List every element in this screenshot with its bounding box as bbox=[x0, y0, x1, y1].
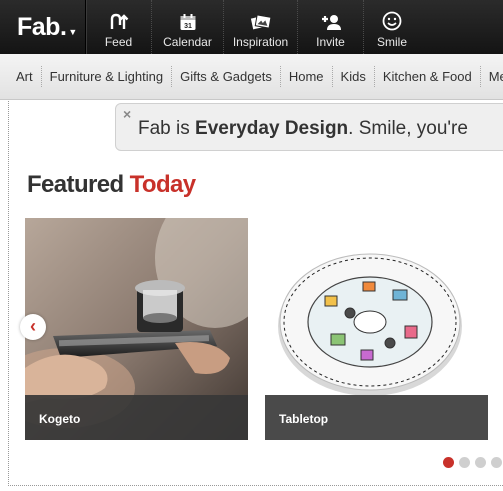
main-content: × Fab is Everyday Design. Smile, you're … bbox=[8, 101, 503, 486]
carousel-dot[interactable] bbox=[443, 457, 454, 468]
logo-text: Fab. bbox=[17, 12, 67, 41]
category-home[interactable]: Home bbox=[281, 66, 333, 87]
product-title: Tabletop bbox=[265, 395, 488, 440]
category-art[interactable]: Art bbox=[8, 66, 42, 87]
feed-icon bbox=[110, 13, 128, 29]
nav-calendar[interactable]: 31 Calendar bbox=[152, 0, 224, 54]
top-nav: Fab. ▼ Feed 31 Calendar Inspiration Invi… bbox=[0, 0, 503, 54]
nav-inspiration[interactable]: Inspiration bbox=[224, 0, 298, 54]
invite-icon bbox=[321, 15, 341, 30]
welcome-banner: × Fab is Everyday Design. Smile, you're bbox=[115, 103, 503, 151]
close-icon[interactable]: × bbox=[123, 106, 131, 122]
chevron-left-icon[interactable]: ‹ bbox=[20, 314, 46, 340]
chevron-down-icon: ▼ bbox=[68, 27, 77, 37]
inspiration-icon bbox=[250, 14, 272, 30]
category-mens[interactable]: Men's bbox=[481, 66, 503, 87]
nav-label: Smile bbox=[376, 35, 407, 49]
category-gifts-gadgets[interactable]: Gifts & Gadgets bbox=[172, 66, 281, 87]
nav-label: Calendar bbox=[163, 35, 212, 49]
product-card-tabletop[interactable]: Tabletop bbox=[265, 218, 488, 440]
carousel-dot[interactable] bbox=[475, 457, 486, 468]
nav-invite[interactable]: Invite bbox=[298, 0, 364, 54]
product-title: Kogeto bbox=[25, 395, 248, 440]
category-kitchen-food[interactable]: Kitchen & Food bbox=[375, 66, 481, 87]
fab-logo[interactable]: Fab. ▼ bbox=[0, 0, 86, 54]
carousel-dot[interactable] bbox=[459, 457, 470, 468]
carousel-dot[interactable] bbox=[491, 457, 502, 468]
nav-smile[interactable]: Smile bbox=[364, 0, 420, 54]
banner-bold: Everyday Design bbox=[195, 118, 349, 139]
product-card-kogeto[interactable]: Kogeto bbox=[25, 218, 248, 440]
banner-prefix: Fab is bbox=[138, 118, 196, 139]
today-word: Today bbox=[129, 171, 197, 198]
section-title: Featured Today bbox=[27, 171, 196, 199]
category-bar: Art Furniture & Lighting Gifts & Gadgets… bbox=[0, 54, 503, 100]
nav-label: Inspiration bbox=[232, 35, 289, 49]
calendar-icon: 31 bbox=[180, 14, 195, 30]
calendar-badge: 31 bbox=[184, 23, 192, 30]
category-kids[interactable]: Kids bbox=[333, 66, 375, 87]
nav-feed[interactable]: Feed bbox=[86, 0, 152, 54]
nav-label: Feed bbox=[104, 35, 133, 49]
featured-word: Featured bbox=[27, 171, 124, 198]
banner-suffix: . Smile, you're bbox=[348, 118, 468, 139]
category-furniture-lighting[interactable]: Furniture & Lighting bbox=[42, 66, 173, 87]
carousel-dots bbox=[443, 457, 502, 468]
smile-icon bbox=[382, 11, 402, 31]
nav-label: Invite bbox=[316, 35, 345, 49]
